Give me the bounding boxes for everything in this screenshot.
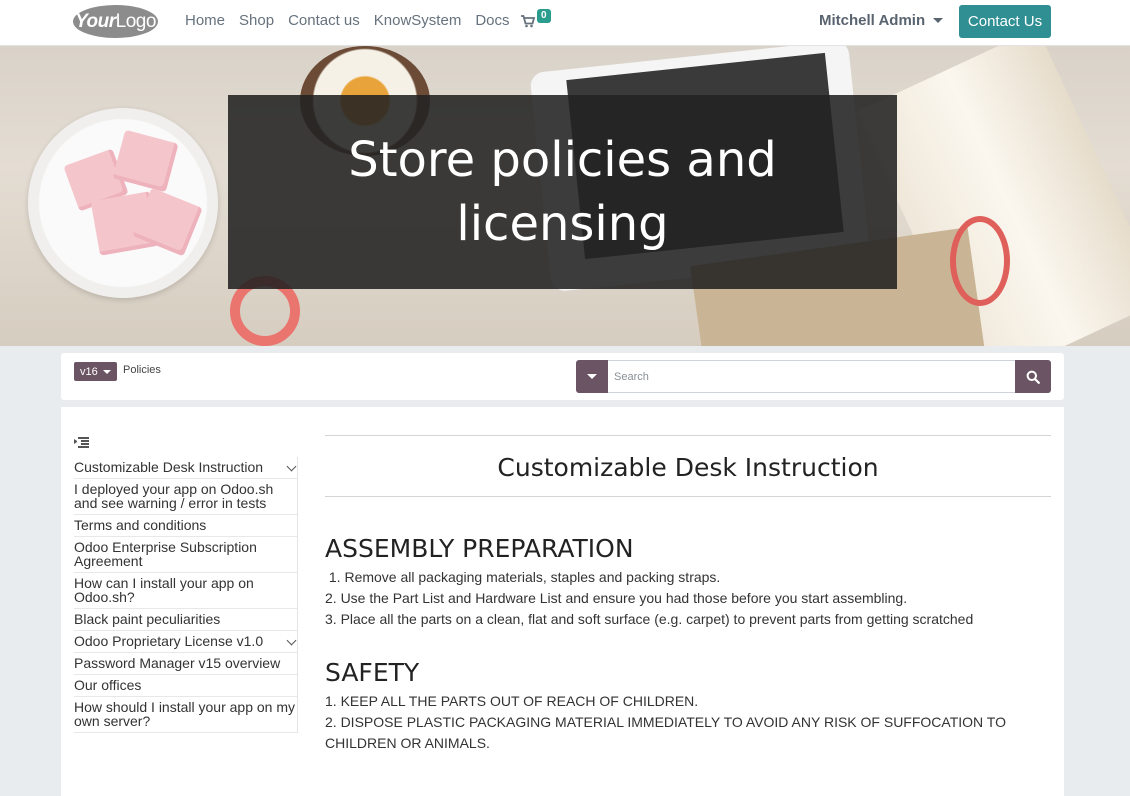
hero-ribbon: [950, 216, 1010, 306]
content-card: Customizable Desk Instruction I deployed …: [61, 407, 1064, 796]
hero-title-box: Store policies and licensing: [228, 95, 897, 289]
nav-link-contact-us[interactable]: Contact us: [288, 12, 360, 29]
chevron-down-icon: [587, 374, 597, 379]
cart-link[interactable]: 0: [521, 9, 555, 33]
toc-list: Customizable Desk Instruction I deployed …: [74, 457, 298, 733]
logo-thin-text: Logo: [115, 10, 157, 32]
hero-banner: Store policies and licensing: [0, 46, 1130, 346]
search-icon: [1026, 370, 1040, 384]
sidebar-item-label: Password Manager v15 overview: [74, 655, 281, 671]
version-label: v16: [80, 365, 98, 378]
site-logo[interactable]: Your Logo: [73, 5, 158, 38]
sidebar-item[interactable]: Customizable Desk Instruction: [74, 457, 297, 479]
sidebar-item-label: Odoo Enterprise Subscription Agreement: [74, 539, 257, 569]
sidebar-item[interactable]: Password Manager v15 overview: [74, 653, 297, 675]
docs-toolbar: v16 Policies: [61, 353, 1064, 400]
user-menu[interactable]: Mitchell Admin: [819, 12, 944, 29]
cart-count-badge: 0: [537, 9, 551, 23]
nav-links: Home Shop Contact us KnowSystem Docs: [185, 12, 524, 29]
nav-link-docs[interactable]: Docs: [475, 12, 509, 29]
chevron-down-icon: [933, 18, 944, 23]
toc-toggle-icon[interactable]: [74, 437, 90, 449]
sidebar-item[interactable]: Terms and conditions: [74, 515, 297, 537]
nav-link-home[interactable]: Home: [185, 12, 225, 29]
sidebar-item[interactable]: Odoo Enterprise Subscription Agreement: [74, 537, 297, 573]
sidebar-item[interactable]: Odoo Proprietary License v1.0: [74, 631, 297, 653]
section-line: 3. Place all the parts on a clean, flat …: [325, 611, 974, 627]
chevron-down-icon: [102, 369, 111, 374]
divider: [325, 496, 1051, 497]
search-filter-dropdown[interactable]: [576, 360, 608, 393]
sidebar-item-label: Customizable Desk Instruction: [74, 459, 264, 475]
nav-link-knowsystem[interactable]: KnowSystem: [374, 12, 462, 29]
section-heading: SAFETY: [325, 658, 420, 687]
article-title: Customizable Desk Instruction: [497, 453, 879, 482]
section-heading: ASSEMBLY PREPARATION: [325, 534, 634, 563]
article: Customizable Desk Instruction ASSEMBLY P…: [325, 435, 1051, 754]
page-title: Store policies and licensing: [348, 132, 777, 252]
contact-us-button[interactable]: Contact Us: [959, 5, 1051, 38]
version-selector[interactable]: v16: [74, 362, 117, 381]
section-line: 1. Remove all packaging materials, stapl…: [325, 569, 721, 585]
sidebar-item[interactable]: How can I install your app on Odoo.sh?: [74, 573, 297, 609]
section-line: 2. DISPOSE PLASTIC PACKAGING MATERIAL IM…: [325, 714, 1006, 751]
breadcrumb[interactable]: Policies: [123, 364, 161, 376]
sidebar-item-label: I deployed your app on Odoo.sh and see w…: [74, 481, 274, 511]
search-input[interactable]: [608, 360, 1016, 393]
sidebar-item[interactable]: Our offices: [74, 675, 297, 697]
sidebar-item-label: How should I install your app on my own …: [74, 699, 295, 729]
user-name: Mitchell Admin: [819, 12, 926, 29]
search-button[interactable]: [1015, 360, 1051, 393]
section-line: 2. Use the Part List and Hardware List a…: [325, 590, 908, 606]
section-line: 1. KEEP ALL THE PARTS OUT OF REACH OF CH…: [325, 693, 699, 709]
sidebar-item-label: Odoo Proprietary License v1.0: [74, 633, 264, 649]
nav-link-shop[interactable]: Shop: [239, 12, 274, 29]
sidebar-item[interactable]: Black paint peculiarities: [74, 609, 297, 631]
top-navbar: Your Logo Home Shop Contact us KnowSystem…: [0, 0, 1130, 46]
cart-icon: [521, 15, 535, 28]
sidebar-item-label: How can I install your app on Odoo.sh?: [74, 575, 254, 605]
sidebar-item-label: Black paint peculiarities: [74, 611, 221, 627]
sidebar-item-label: Terms and conditions: [74, 517, 207, 533]
logo-bold-text: Your: [75, 10, 116, 32]
sidebar-item[interactable]: How should I install your app on my own …: [74, 697, 297, 733]
sidebar-item[interactable]: I deployed your app on Odoo.sh and see w…: [74, 479, 297, 515]
sidebar-item-label: Our offices: [74, 677, 142, 693]
